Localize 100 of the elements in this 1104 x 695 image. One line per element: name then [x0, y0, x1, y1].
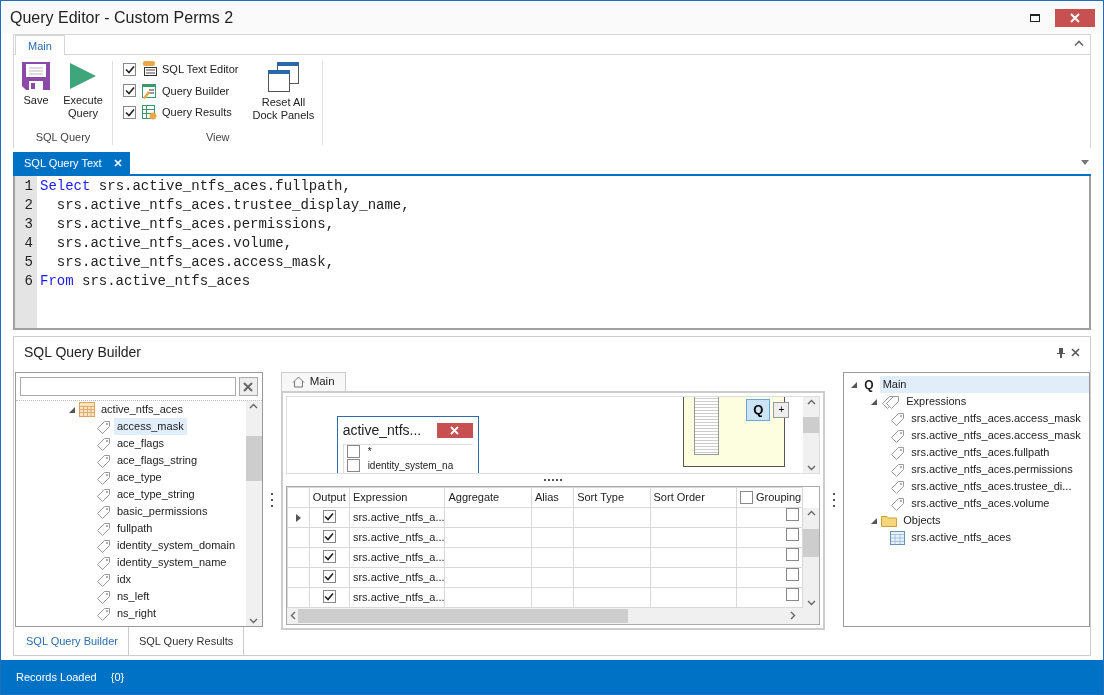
tree-item[interactable]: srs.active_ntfs_aces.trustee_di...: [908, 478, 1075, 496]
tree-item[interactable]: ace_type_string: [114, 486, 198, 504]
checkbox[interactable]: [123, 84, 136, 98]
tree-item[interactable]: srs.active_ntfs_aces.access_mask: [908, 427, 1084, 445]
expanded-arrow-icon[interactable]: [850, 380, 859, 389]
scrollbar[interactable]: [803, 396, 820, 473]
column-header: Aggregate: [448, 490, 500, 503]
search-field[interactable]: [20, 377, 236, 397]
scroll-thumb[interactable]: [803, 416, 820, 433]
add-button[interactable]: +: [773, 401, 790, 418]
scroll-left-icon: [289, 611, 296, 621]
tree-item[interactable]: Objects: [900, 512, 944, 530]
tree-item[interactable]: srs.active_ntfs_aces: [908, 529, 1014, 547]
clear-button[interactable]: [238, 377, 258, 397]
windows-icon: [267, 61, 300, 93]
scroll-up-icon: [249, 403, 259, 410]
tree-item[interactable]: fullpath: [114, 520, 156, 538]
bottom-tab[interactable]: SQL Query Builder: [16, 627, 129, 655]
splitter-grip-icon[interactable]: [833, 492, 836, 507]
document-tab[interactable]: SQL Query Text: [13, 152, 130, 174]
close-button[interactable]: [1055, 8, 1095, 27]
tree-item[interactable]: srs.active_ntfs_aces.permissions: [908, 461, 1076, 479]
close-button[interactable]: [436, 422, 473, 438]
checkbox-label[interactable]: SQL Text Editor: [162, 61, 239, 78]
field-name: *: [367, 445, 372, 460]
tree-item[interactable]: ace_flags_string: [114, 452, 201, 470]
table-cell: srs.active_ntfs_a...: [352, 590, 444, 603]
scroll-thumb[interactable]: [245, 436, 262, 482]
execute-button[interactable]: Execute Query: [58, 61, 108, 129]
checkbox[interactable]: [786, 568, 800, 582]
pin-icon[interactable]: [1057, 347, 1065, 358]
tag-icon: [96, 487, 111, 503]
save-button[interactable]: Save: [18, 61, 54, 129]
dropdown-icon[interactable]: [1081, 160, 1089, 165]
tag-icon: [890, 496, 906, 512]
close-icon: [450, 425, 460, 435]
expanded-arrow-icon[interactable]: [68, 405, 76, 414]
checkbox[interactable]: [123, 105, 136, 119]
status-value: {0}: [110, 669, 125, 685]
reset-panels-button[interactable]: Reset All Dock Panels: [248, 61, 319, 129]
column-header: Grouping: [755, 489, 802, 505]
table-cell: srs.active_ntfs_a...: [352, 510, 444, 523]
canvas-tab[interactable]: Main: [280, 372, 346, 391]
checkbox[interactable]: [739, 490, 753, 504]
checkbox[interactable]: [786, 508, 800, 522]
tag-icon: [96, 436, 111, 452]
query-button[interactable]: Q: [746, 398, 771, 421]
checkbox[interactable]: [786, 548, 800, 562]
table-cell: srs.active_ntfs_a...: [352, 570, 444, 583]
checkbox[interactable]: [322, 589, 336, 603]
scroll-thumb[interactable]: [297, 608, 628, 623]
play-icon: [68, 61, 98, 91]
tree-item[interactable]: ace_type: [114, 469, 165, 487]
expanded-arrow-icon[interactable]: [870, 397, 879, 406]
folder-icon: [881, 514, 898, 528]
checkbox[interactable]: [123, 62, 136, 76]
tree-item[interactable]: Main: [879, 376, 1089, 394]
tree-item[interactable]: basic_permissions: [114, 503, 211, 521]
scrollbar[interactable]: [245, 401, 262, 627]
checkbox[interactable]: [346, 459, 360, 473]
scroll-thumb[interactable]: [803, 528, 820, 557]
expanded-arrow-icon[interactable]: [870, 516, 879, 525]
tree-item[interactable]: ns_right: [114, 605, 160, 623]
checkbox[interactable]: [322, 549, 336, 563]
checkbox[interactable]: [786, 528, 800, 542]
form-edit-icon: [141, 82, 157, 99]
table-icon: [141, 104, 157, 121]
checkbox-label[interactable]: Query Builder: [162, 82, 230, 99]
tree-item[interactable]: active_ntfs_aces: [98, 401, 186, 419]
sql-document-icon: [141, 61, 157, 78]
checkbox-label[interactable]: Query Results: [162, 104, 232, 121]
scrollbar[interactable]: [803, 507, 820, 608]
tag-icon: [890, 411, 906, 427]
tree-item[interactable]: idx: [114, 571, 135, 589]
checkbox[interactable]: [322, 509, 336, 523]
checkbox[interactable]: [322, 529, 336, 543]
tree-item[interactable]: ns_left: [114, 588, 153, 606]
checkbox[interactable]: [786, 588, 800, 602]
checkbox[interactable]: [322, 569, 336, 583]
tree-item[interactable]: access_mask: [114, 418, 187, 436]
checkbox[interactable]: [346, 445, 360, 459]
scroll-right-icon: [790, 611, 797, 621]
tree-item[interactable]: identity_system_domain: [114, 537, 238, 555]
tree-item[interactable]: Expressions: [903, 393, 970, 411]
close-icon[interactable]: [1071, 348, 1080, 358]
tree-item[interactable]: srs.active_ntfs_aces.volume: [908, 495, 1053, 513]
tree-item[interactable]: srs.active_ntfs_aces.fullpath: [908, 444, 1053, 462]
code-line: srs.active_ntfs_aces.permissions,: [55, 215, 336, 234]
table-icon: [890, 530, 906, 545]
column-header: Output: [312, 490, 346, 503]
tree-item[interactable]: ace_flags: [114, 435, 168, 453]
code-line: From srs.active_ntfs_aces: [40, 272, 252, 291]
line-number: 4: [23, 234, 34, 253]
splitter-grip-icon[interactable]: [270, 492, 273, 507]
bottom-tab[interactable]: SQL Query Results: [128, 627, 245, 655]
tree-item[interactable]: identity_system_name: [114, 554, 230, 572]
tag-icon: [96, 538, 111, 554]
splitter-grip-icon[interactable]: [544, 478, 562, 481]
ribbon-tab[interactable]: Main: [15, 35, 65, 55]
tree-item[interactable]: srs.active_ntfs_aces.access_mask: [908, 410, 1084, 428]
